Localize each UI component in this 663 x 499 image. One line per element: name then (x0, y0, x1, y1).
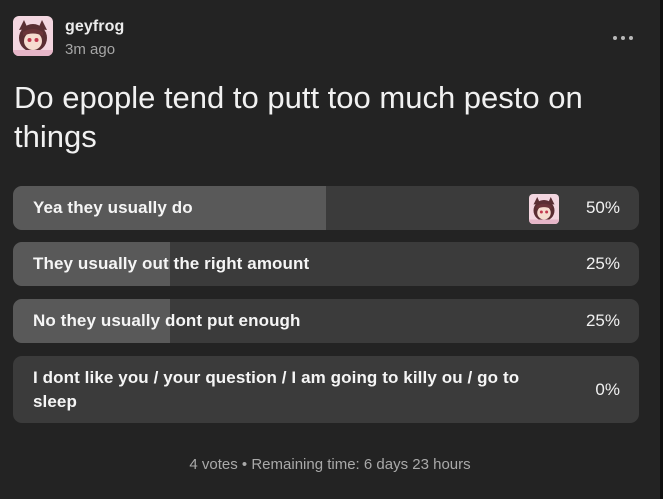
poll-option[interactable]: No they usually dont put enough 25% (13, 299, 639, 343)
poll-card: geyfrog 3m ago Do epople tend to putt to… (0, 0, 663, 499)
separator-dot: • (241, 456, 248, 473)
ellipsis-icon (621, 36, 625, 40)
poll-option-percent: 0% (595, 380, 620, 399)
username[interactable]: geyfrog (65, 18, 124, 36)
post-header: geyfrog 3m ago (13, 16, 649, 60)
more-options-button[interactable] (609, 28, 637, 48)
post-timestamp: 3m ago (65, 41, 116, 58)
poll-option-percent: 25% (585, 254, 620, 273)
poll-option[interactable]: They usually out the right amount 25% (13, 242, 639, 286)
voter-avatar (529, 194, 559, 224)
poll-question: Do epople tend to putt too much pesto on… (14, 80, 583, 154)
poll-option-label: No they usually dont put enough (33, 311, 301, 330)
poll-option-label: They usually out the right amount (33, 254, 310, 273)
avatar-image (13, 16, 53, 56)
remaining-time: Remaining time: 6 days 23 hours (251, 456, 471, 473)
poll-option-percent: 25% (585, 311, 620, 330)
ellipsis-icon (613, 36, 617, 40)
avatar[interactable] (13, 16, 53, 56)
poll-option[interactable]: Yea they usually do 50% (13, 186, 639, 230)
poll-footer: 4 votes • Remaining time: 6 days 23 hour… (0, 456, 660, 473)
poll-option-label: I dont like you / your question / I am g… (33, 368, 520, 411)
poll-option-label: Yea they usually do (33, 198, 193, 217)
voter-avatar-image (529, 194, 559, 224)
ellipsis-icon (629, 36, 633, 40)
poll-option[interactable]: I dont like you / your question / I am g… (13, 356, 639, 423)
vote-count: 4 votes (189, 456, 238, 473)
poll-option-percent: 50% (585, 198, 620, 217)
